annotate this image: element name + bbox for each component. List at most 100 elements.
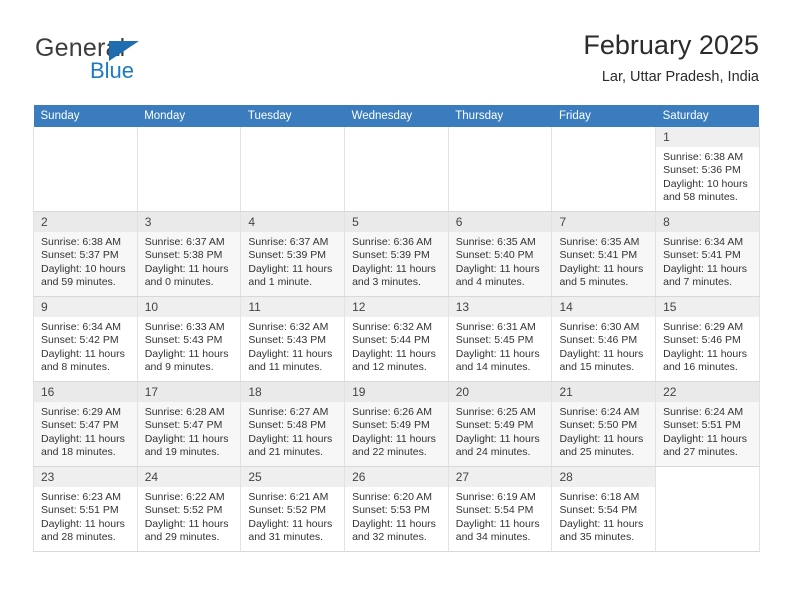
day-number: 20 (448, 382, 552, 402)
calendar-day-cell[interactable]: 3 Sunrise: 6:37 AM Sunset: 5:38 PM Daylight… (136, 211, 242, 297)
day-details: Sunrise: 6:28 AM Sunset: 5:47 PM Daylight:… (138, 402, 241, 460)
calendar-day-cell[interactable]: 1 Sunrise: 6:38 AM Sunset: 5:36 PM Daylight… (655, 127, 760, 212)
general-blue-logo[interactable]: General Blue (35, 34, 235, 90)
calendar-day-cell[interactable]: 8 Sunrise: 6:34 AM Sunset: 5:41 PM Daylight… (655, 211, 760, 297)
daylight-text-line1: Daylight: 10 hours (41, 262, 126, 275)
day-number: 5 (345, 212, 448, 232)
day-details: Sunrise: 6:34 AM Sunset: 5:41 PM Daylight:… (656, 232, 759, 290)
day-details: Sunrise: 6:29 AM Sunset: 5:46 PM Daylight:… (656, 317, 759, 375)
daylight-text-line1: Daylight: 11 hours (455, 432, 540, 445)
daylight-text-line2: and 31 minutes. (248, 531, 324, 544)
day-number: 27 (448, 467, 552, 487)
daylight-text-line2: and 3 minutes. (352, 276, 421, 289)
calendar-day-cell[interactable]: 6 Sunrise: 6:35 AM Sunset: 5:40 PM Daylight… (447, 211, 553, 297)
calendar-day-cell[interactable]: 20 Sunrise: 6:25 AM Sunset: 5:49 PM Dayligh… (447, 381, 553, 467)
day-details: Sunrise: 6:25 AM Sunset: 5:49 PM Daylight:… (449, 402, 552, 460)
calendar-week-row: 1 Sunrise: 6:38 AM Sunset: 5:36 PM Daylight… (33, 127, 760, 212)
calendar-day-cell[interactable]: 27 Sunrise: 6:19 AM Sunset: 5:54 PM Dayligh… (447, 466, 553, 552)
day-number: 16 (34, 382, 137, 402)
calendar-day-cell[interactable]: 25 Sunrise: 6:21 AM Sunset: 5:52 PM Dayligh… (240, 466, 346, 552)
day-number: 28 (552, 467, 656, 487)
calendar-day-cell[interactable]: 11 Sunrise: 6:32 AM Sunset: 5:43 PM Dayligh… (240, 296, 346, 382)
day-number: 26 (345, 467, 448, 487)
day-details: Sunrise: 6:31 AM Sunset: 5:45 PM Daylight:… (449, 317, 552, 375)
calendar-day-cell[interactable]: 16 Sunrise: 6:29 AM Sunset: 5:47 PM Dayligh… (33, 381, 138, 467)
calendar-day-cell[interactable]: 4 Sunrise: 6:37 AM Sunset: 5:39 PM Daylight… (240, 211, 346, 297)
day-details: Sunrise: 6:36 AM Sunset: 5:39 PM Daylight:… (345, 232, 448, 290)
calendar-day-cell[interactable]: 24 Sunrise: 6:22 AM Sunset: 5:52 PM Dayligh… (136, 466, 242, 552)
calendar-day-cell-empty (344, 127, 449, 212)
sunrise-text: Sunrise: 6:24 AM (663, 406, 744, 418)
sunrise-text: Sunrise: 6:25 AM (455, 406, 536, 418)
calendar-day-cell[interactable]: 7 Sunrise: 6:35 AM Sunset: 5:41 PM Daylight… (551, 211, 657, 297)
sunset-text: Sunset: 5:52 PM (144, 504, 223, 517)
sunrise-text: Sunrise: 6:37 AM (248, 236, 329, 248)
daylight-text-line2: and 0 minutes. (144, 276, 214, 289)
calendar-day-cell-empty (136, 127, 242, 212)
day-number: 6 (448, 212, 552, 232)
weekday-header-thursday: Thursday (448, 105, 552, 127)
day-details: Sunrise: 6:22 AM Sunset: 5:52 PM Daylight:… (138, 487, 241, 545)
day-number: 4 (241, 212, 345, 232)
sunrise-text: Sunrise: 6:24 AM (559, 406, 640, 418)
daylight-text-line2: and 59 minutes. (41, 276, 116, 289)
calendar-day-cell[interactable]: 28 Sunrise: 6:18 AM Sunset: 5:54 PM Dayligh… (551, 466, 657, 552)
weekday-header-saturday: Saturday (655, 105, 760, 127)
sunrise-text: Sunrise: 6:29 AM (41, 406, 121, 418)
sunset-text: Sunset: 5:42 PM (41, 334, 119, 347)
day-number: 22 (656, 382, 759, 402)
calendar-day-cell[interactable]: 5 Sunrise: 6:36 AM Sunset: 5:39 PM Daylight… (344, 211, 449, 297)
day-number: 2 (34, 212, 137, 232)
daylight-text-line2: and 21 minutes. (248, 446, 324, 459)
sunrise-text: Sunrise: 6:38 AM (663, 151, 744, 163)
sunrise-text: Sunrise: 6:30 AM (559, 321, 640, 333)
sunset-text: Sunset: 5:47 PM (144, 419, 223, 432)
calendar-day-cell[interactable]: 18 Sunrise: 6:27 AM Sunset: 5:48 PM Dayligh… (240, 381, 346, 467)
sunset-text: Sunset: 5:50 PM (559, 419, 638, 432)
calendar-day-cell[interactable]: 2 Sunrise: 6:38 AM Sunset: 5:37 PM Daylight… (33, 211, 138, 297)
calendar-day-cell[interactable]: 26 Sunrise: 6:20 AM Sunset: 5:53 PM Dayligh… (344, 466, 449, 552)
daylight-text-line1: Daylight: 11 hours (144, 517, 229, 530)
day-number: 1 (656, 127, 759, 147)
sunrise-text: Sunrise: 6:21 AM (248, 491, 329, 503)
daylight-text-line2: and 35 minutes. (559, 531, 635, 544)
day-details: Sunrise: 6:32 AM Sunset: 5:44 PM Daylight:… (345, 317, 448, 375)
calendar-day-cell[interactable]: 22 Sunrise: 6:24 AM Sunset: 5:51 PM Dayligh… (655, 381, 760, 467)
calendar-day-cell[interactable]: 12 Sunrise: 6:32 AM Sunset: 5:44 PM Dayligh… (344, 296, 449, 382)
day-details: Sunrise: 6:35 AM Sunset: 5:41 PM Daylight:… (552, 232, 655, 290)
calendar-day-cell[interactable]: 23 Sunrise: 6:23 AM Sunset: 5:51 PM Dayligh… (33, 466, 138, 552)
calendar-day-cell[interactable]: 19 Sunrise: 6:26 AM Sunset: 5:49 PM Dayligh… (344, 381, 449, 467)
daylight-text-line1: Daylight: 11 hours (455, 347, 540, 360)
calendar-week-row: 9 Sunrise: 6:34 AM Sunset: 5:42 PM Daylight… (33, 296, 760, 382)
day-number: 7 (552, 212, 656, 232)
calendar-day-cell[interactable]: 9 Sunrise: 6:34 AM Sunset: 5:42 PM Daylight… (33, 296, 138, 382)
day-number: 3 (137, 212, 241, 232)
sunrise-text: Sunrise: 6:35 AM (455, 236, 536, 248)
sunset-text: Sunset: 5:47 PM (41, 419, 119, 432)
daylight-text-line1: Daylight: 11 hours (144, 347, 229, 360)
sunset-text: Sunset: 5:51 PM (41, 504, 119, 517)
calendar-day-cell-empty (551, 127, 657, 212)
daylight-text-line2: and 32 minutes. (352, 531, 427, 544)
calendar-day-cell[interactable]: 14 Sunrise: 6:30 AM Sunset: 5:46 PM Dayligh… (551, 296, 657, 382)
calendar-page: General Blue February 2025 Lar, Uttar Pr… (0, 0, 792, 612)
daylight-text-line2: and 11 minutes. (248, 361, 323, 374)
day-number: 13 (448, 297, 552, 317)
calendar-day-cell[interactable]: 13 Sunrise: 6:31 AM Sunset: 5:45 PM Dayligh… (447, 296, 553, 382)
calendar-day-cell[interactable]: 17 Sunrise: 6:28 AM Sunset: 5:47 PM Dayligh… (136, 381, 242, 467)
calendar-day-cell[interactable]: 15 Sunrise: 6:29 AM Sunset: 5:46 PM Dayligh… (655, 296, 760, 382)
daylight-text-line1: Daylight: 11 hours (41, 347, 125, 360)
calendar-day-cell[interactable]: 21 Sunrise: 6:24 AM Sunset: 5:50 PM Dayligh… (551, 381, 657, 467)
day-details: Sunrise: 6:35 AM Sunset: 5:40 PM Daylight:… (449, 232, 552, 290)
calendar-day-cell[interactable]: 10 Sunrise: 6:33 AM Sunset: 5:43 PM Dayligh… (136, 296, 242, 382)
daylight-text-line2: and 12 minutes. (352, 361, 427, 374)
sunrise-text: Sunrise: 6:34 AM (663, 236, 744, 248)
day-number: 24 (137, 467, 241, 487)
sunrise-text: Sunrise: 6:29 AM (663, 321, 744, 333)
sunrise-text: Sunrise: 6:32 AM (248, 321, 329, 333)
sunset-text: Sunset: 5:52 PM (248, 504, 327, 517)
sunrise-text: Sunrise: 6:33 AM (144, 321, 225, 333)
calendar-week-row: 2 Sunrise: 6:38 AM Sunset: 5:37 PM Daylight… (33, 211, 760, 297)
sunset-text: Sunset: 5:45 PM (455, 334, 534, 347)
daylight-text-line2: and 8 minutes. (41, 361, 110, 374)
